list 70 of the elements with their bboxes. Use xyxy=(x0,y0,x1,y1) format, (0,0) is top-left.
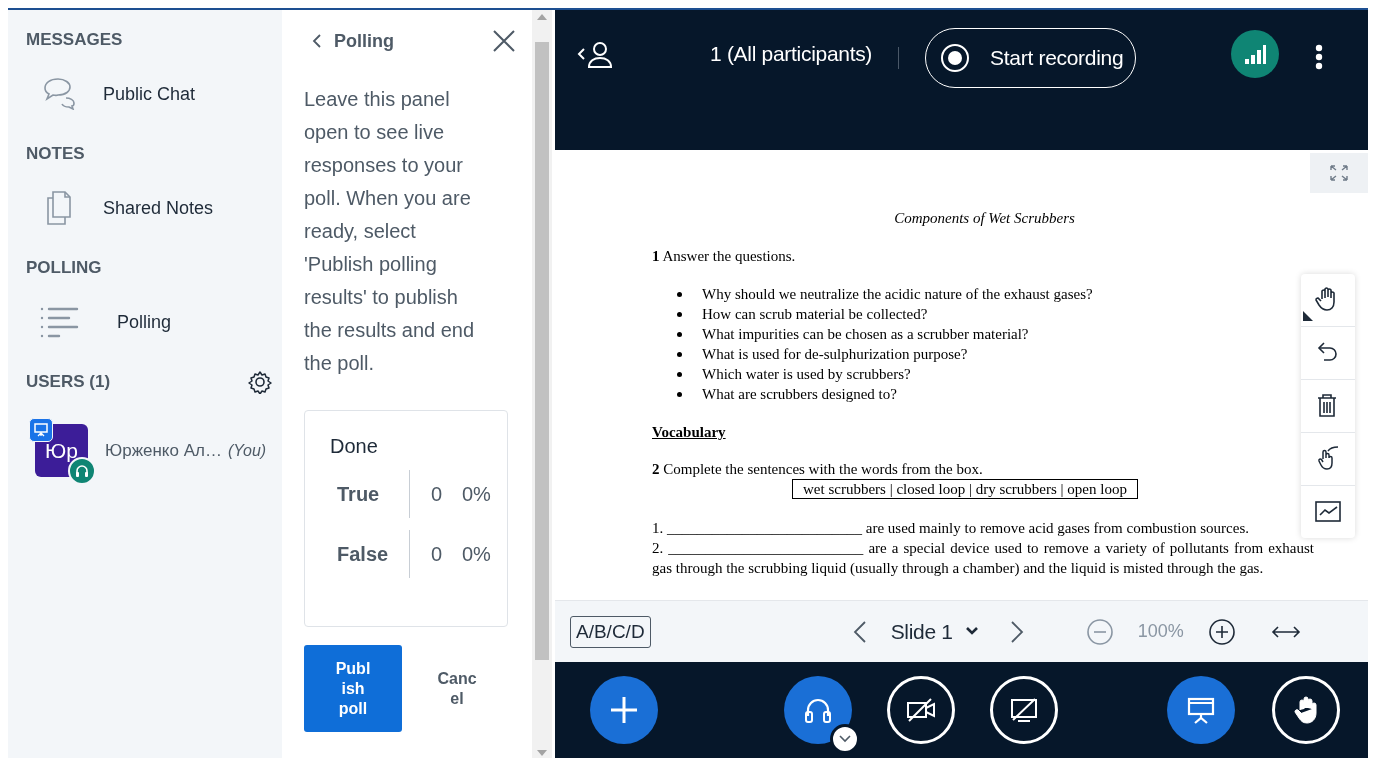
question-text: What impurities can be chosen as a scrubber material? xyxy=(702,325,1029,344)
user-list-toggle-icon[interactable] xyxy=(577,40,613,70)
connection-status-button[interactable] xyxy=(1231,30,1280,78)
answer-label: True xyxy=(336,482,381,506)
chat-bubbles-icon xyxy=(43,78,75,110)
answer-count: 0 xyxy=(431,482,444,506)
participants-count: 1 (All participants) xyxy=(710,42,873,66)
fit-width-icon[interactable] xyxy=(1270,625,1301,638)
gear-icon[interactable] xyxy=(248,370,272,394)
list-icon xyxy=(39,306,79,338)
fullscreen-button[interactable] xyxy=(1310,153,1368,193)
question-text: What is used for de-sulphurization purpose? xyxy=(702,345,968,364)
scrollbar-thumb[interactable] xyxy=(535,42,549,660)
answer-percent: 0% xyxy=(462,482,492,506)
section-title: MESSAGES xyxy=(26,29,124,51)
exercise-sentence: 1. __________________________ are used mainly to remove acid gases from combustion sources. xyxy=(652,519,1250,538)
you-label: (You) xyxy=(227,441,267,460)
close-icon[interactable] xyxy=(492,29,516,53)
bullet-dot xyxy=(677,311,682,317)
bullet-dot xyxy=(677,371,682,377)
zoom-in-icon[interactable] xyxy=(1207,617,1236,646)
instructions-text: Leave this panel open to see live responses to your poll. When you are ready, select 'Publish polling results' to publish the results and end the poll. xyxy=(304,87,476,376)
question-text: Why should we neutralize the acidic nature of the exhaust gases? xyxy=(702,285,1093,304)
answer-count: 0 xyxy=(431,542,444,566)
section-title: NOTES xyxy=(26,143,86,165)
record-icon xyxy=(940,43,971,73)
bullet-dot xyxy=(677,291,682,297)
previous-slide-icon[interactable] xyxy=(852,619,867,644)
question-text: Which water is used by scrubbers? xyxy=(702,365,911,384)
chevron-left-icon xyxy=(312,33,322,49)
plus-icon xyxy=(608,694,640,726)
caret-icon xyxy=(839,735,851,743)
signal-bars-icon xyxy=(1244,44,1267,64)
bullet-dot xyxy=(677,351,682,357)
poll-status: Done xyxy=(330,435,379,458)
headphones-icon xyxy=(75,464,89,478)
sidebar-item[interactable]: Polling xyxy=(35,302,282,342)
answer-label: False xyxy=(336,542,390,566)
sidebar-item[interactable]: Shared Notes xyxy=(35,188,282,228)
task-instruction: 2 Complete the sentences with the words from the box. xyxy=(652,460,984,479)
section-title: USERS (1) xyxy=(26,371,111,393)
publish-button[interactable]: Publish poll xyxy=(304,645,402,732)
section-title: POLLING xyxy=(26,257,103,279)
back-button[interactable]: Polling xyxy=(304,0,394,85)
question-text: How can scrub material be collected? xyxy=(702,305,928,324)
section-heading: Vocabulary xyxy=(652,423,727,442)
task-instruction: 1 Answer the questions. xyxy=(652,247,797,266)
word-box: wet scrubbers | closed loop | dry scrubbers | open loop xyxy=(792,479,1138,499)
presenter-icon xyxy=(34,423,48,437)
submenu-triangle-icon xyxy=(1303,311,1313,321)
caret-icon xyxy=(964,627,979,636)
user-name[interactable]: Юрженко Ал… xyxy=(105,440,222,461)
quick-poll-button[interactable]: A/B/C/D xyxy=(570,615,651,648)
slide-selector[interactable]: Slide 1 xyxy=(884,618,985,645)
zoom-out-icon[interactable] xyxy=(1085,617,1114,646)
exercise-sentence: 2. __________________________ are a special device used to remove a variety of pollutants from exhaust gas through the scrubbing liquid (usually through a chamber) and the liquid is misted through the gas. xyxy=(652,539,1314,578)
next-slide-icon[interactable] xyxy=(1009,619,1024,644)
raise-hand-button[interactable] xyxy=(1272,676,1340,744)
camera-button[interactable] xyxy=(887,676,955,744)
bullet-dot xyxy=(677,391,682,397)
screen-share-button[interactable] xyxy=(990,676,1058,744)
bullet-dot xyxy=(677,331,682,337)
answer-percent: 0% xyxy=(462,542,492,566)
zoom-level: 100% xyxy=(1137,621,1184,642)
documents-icon xyxy=(47,191,71,225)
fullscreen-icon xyxy=(1329,164,1349,182)
document-title: Components of Wet Scrubbers xyxy=(893,209,1076,228)
sidebar-item[interactable]: Public Chat xyxy=(35,74,282,114)
question-text: What are scrubbers designed to? xyxy=(702,385,897,404)
more-options-icon[interactable] xyxy=(1315,44,1324,70)
